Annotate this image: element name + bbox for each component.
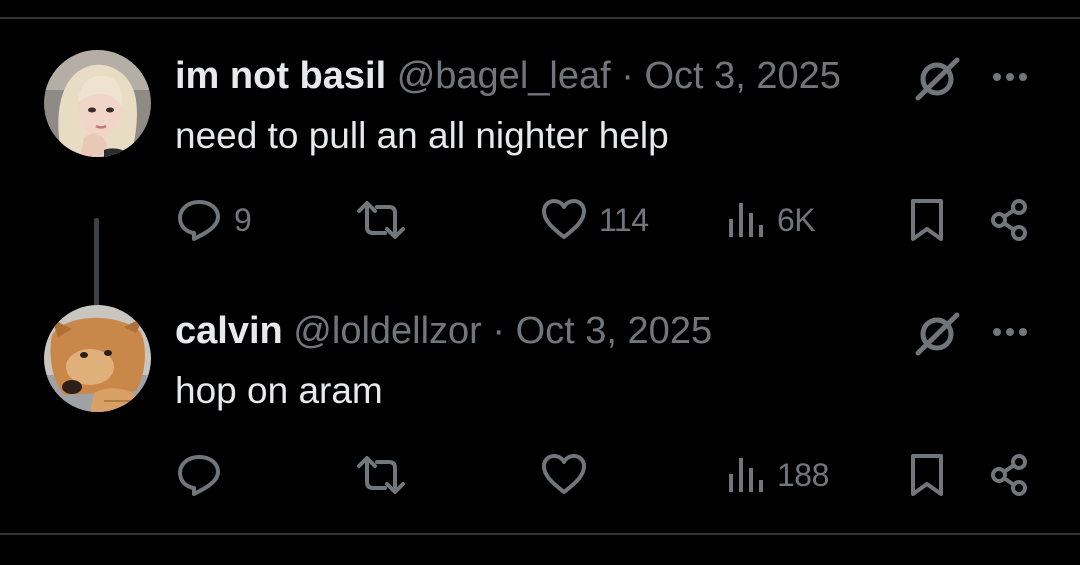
like-count: 114 [599, 201, 649, 238]
separator: · [621, 55, 634, 97]
timestamp[interactable]: Oct 3, 2025 [516, 310, 712, 352]
share-icon [991, 199, 1027, 241]
views-button[interactable]: 6K [725, 195, 816, 245]
reply-icon [178, 455, 220, 496]
like-button[interactable] [541, 450, 599, 500]
retweet-button[interactable] [355, 195, 419, 245]
handle[interactable]: @bagel_leaf [397, 55, 611, 97]
timestamp[interactable]: Oct 3, 2025 [644, 55, 840, 97]
grok-icon[interactable] [912, 56, 962, 102]
bottom-divider [0, 533, 1080, 535]
avatar[interactable] [44, 305, 151, 412]
reply-button[interactable] [176, 450, 234, 500]
views-icon [729, 458, 763, 492]
tweet-text: need to pull an all nighter help [175, 115, 669, 156]
like-icon [542, 199, 586, 239]
bookmark-button[interactable] [907, 450, 947, 500]
more-icon[interactable] [990, 317, 1030, 347]
tweet-header: im not basil @bagel_leaf · Oct 3, 2025 [175, 54, 841, 98]
bookmark-icon [911, 199, 943, 241]
views-count: 6K [777, 201, 816, 238]
bookmark-button[interactable] [907, 195, 947, 245]
share-button[interactable] [987, 450, 1033, 500]
blonde-person-avatar-icon [44, 50, 151, 157]
more-icon[interactable] [990, 62, 1030, 92]
views-button[interactable]: 188 [725, 450, 829, 500]
display-name[interactable]: im not basil [175, 55, 386, 97]
like-icon [542, 454, 586, 494]
tweet-header: calvin @loldellzor · Oct 3, 2025 [175, 309, 712, 353]
bookmark-icon [911, 454, 943, 496]
display-name[interactable]: calvin [175, 310, 283, 352]
avatar[interactable] [44, 50, 151, 157]
action-bar: 9 114 6K [0, 195, 1080, 245]
reply-icon [178, 200, 220, 241]
views-count: 188 [777, 456, 829, 493]
handle[interactable]: @loldellzor [293, 310, 482, 352]
dog-avatar-icon [44, 305, 151, 412]
retweet-button[interactable] [355, 450, 419, 500]
reply-button[interactable]: 9 [176, 195, 252, 245]
like-button[interactable]: 114 [541, 195, 649, 245]
retweet-icon [357, 456, 405, 494]
share-button[interactable] [987, 195, 1033, 245]
retweet-icon [357, 201, 405, 239]
action-bar: 188 [0, 450, 1080, 500]
grok-icon[interactable] [912, 311, 962, 357]
tweet-text: hop on aram [175, 370, 383, 411]
top-divider [0, 17, 1080, 19]
share-icon [991, 454, 1027, 496]
separator: · [492, 310, 506, 352]
views-icon [729, 203, 763, 237]
reply-count: 9 [234, 201, 252, 238]
